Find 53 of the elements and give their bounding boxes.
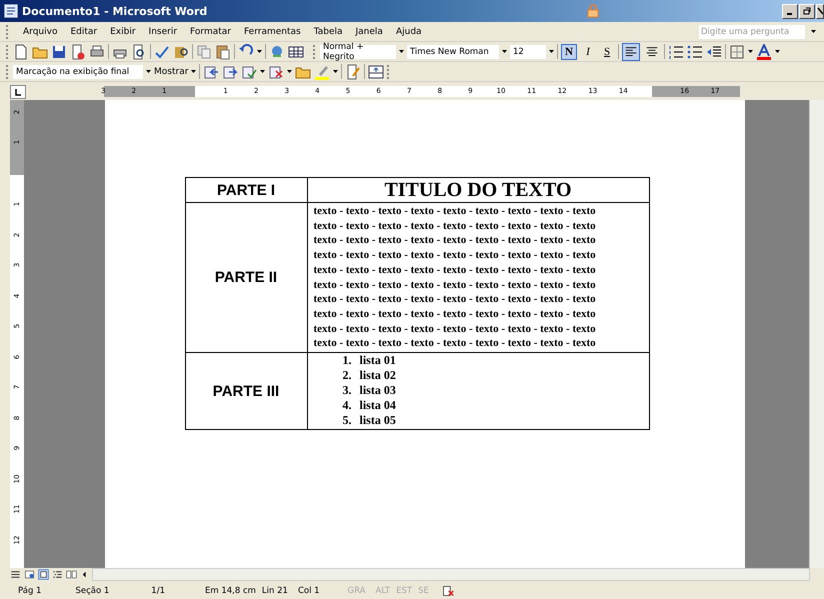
list-item: lista 02 [360,368,396,384]
text-line: texto - texto - texto - texto - texto - texto - texto - texto - texto [314,292,597,307]
list-number: 2. [342,368,352,384]
show-menu-button[interactable]: Mostrar [154,66,188,76]
status-indicator: Em 14,8 cm [204,586,256,596]
font-dropdown[interactable]: Times New Roman [407,44,499,58]
text-line: texto - texto - texto - texto - texto - texto - texto - texto - texto [314,262,597,278]
list-number: 4. [342,398,352,414]
list-number: 1. [342,353,352,368]
list-number: 3. [342,383,352,398]
list-number: 5. [342,413,352,428]
status-indicator: Seção 1 [75,586,110,596]
status-indicator: EST [396,586,412,596]
menu-item[interactable]: Janela [356,26,383,36]
text-line: texto - texto - texto - texto - texto - texto - texto - texto - texto [314,306,597,322]
font-size-dropdown[interactable]: 12 [510,44,546,58]
bold-button[interactable]: N [561,44,577,60]
style-dropdown[interactable]: Normal + Negrito [320,44,396,58]
text-line: texto - texto - texto - texto - texto - texto - texto - texto - texto [314,233,597,248]
status-indicator: 1/1 [151,586,165,596]
text-line: texto - texto - texto - texto - texto - texto - texto - texto - texto [314,218,597,234]
menu-item[interactable]: Ferramentas [244,26,301,36]
text-line: texto - texto - texto - texto - texto - texto - texto - texto - texto [314,248,597,263]
status-indicator: Col 1 [298,586,320,596]
table-cell: PARTE I [185,178,307,202]
markup-display-dropdown[interactable]: Marcação na exibição final [13,64,143,78]
text-line: texto - texto - texto - texto - texto - texto - texto - texto - texto [314,278,597,292]
menu-item[interactable]: Inserir [148,26,178,36]
menu-item[interactable]: Formatar [190,26,231,36]
status-indicator: Pág 1 [18,586,42,596]
text-line: texto - texto - texto - texto - texto - texto - texto - texto - texto [314,322,597,336]
italic-button[interactable]: I [580,44,596,60]
table-cell: PARTE II [185,202,307,353]
menu-item[interactable]: Tabela [314,26,343,36]
text-line: texto - texto - texto - texto - texto - texto - texto - texto - texto [314,336,597,352]
status-indicator: ALT [376,586,390,596]
menu-item[interactable]: Ajuda [396,26,422,36]
help-search-field[interactable]: Digite uma pergunta [699,24,805,38]
text-line: texto - texto - texto - texto - texto - texto - texto - texto - texto [314,204,597,219]
table-title: TITULO DO TEXTO [307,178,649,202]
list-item: lista 03 [360,383,396,398]
list-item: lista 04 [360,398,396,414]
menu-item[interactable]: Exibir [110,26,136,36]
status-indicator: SE [418,586,429,596]
menu-item[interactable]: Editar [70,26,98,36]
window-title: Documento1 - Microsoft Word [22,4,208,18]
list-item: lista 01 [360,353,396,368]
status-indicator: GRA [348,586,366,596]
underline-button[interactable]: S [599,44,615,60]
table-cell: PARTE III [185,352,307,430]
status-indicator: Lin 21 [262,586,288,596]
list-item: lista 05 [360,413,396,428]
menu-item[interactable]: Arquivo [23,26,58,36]
